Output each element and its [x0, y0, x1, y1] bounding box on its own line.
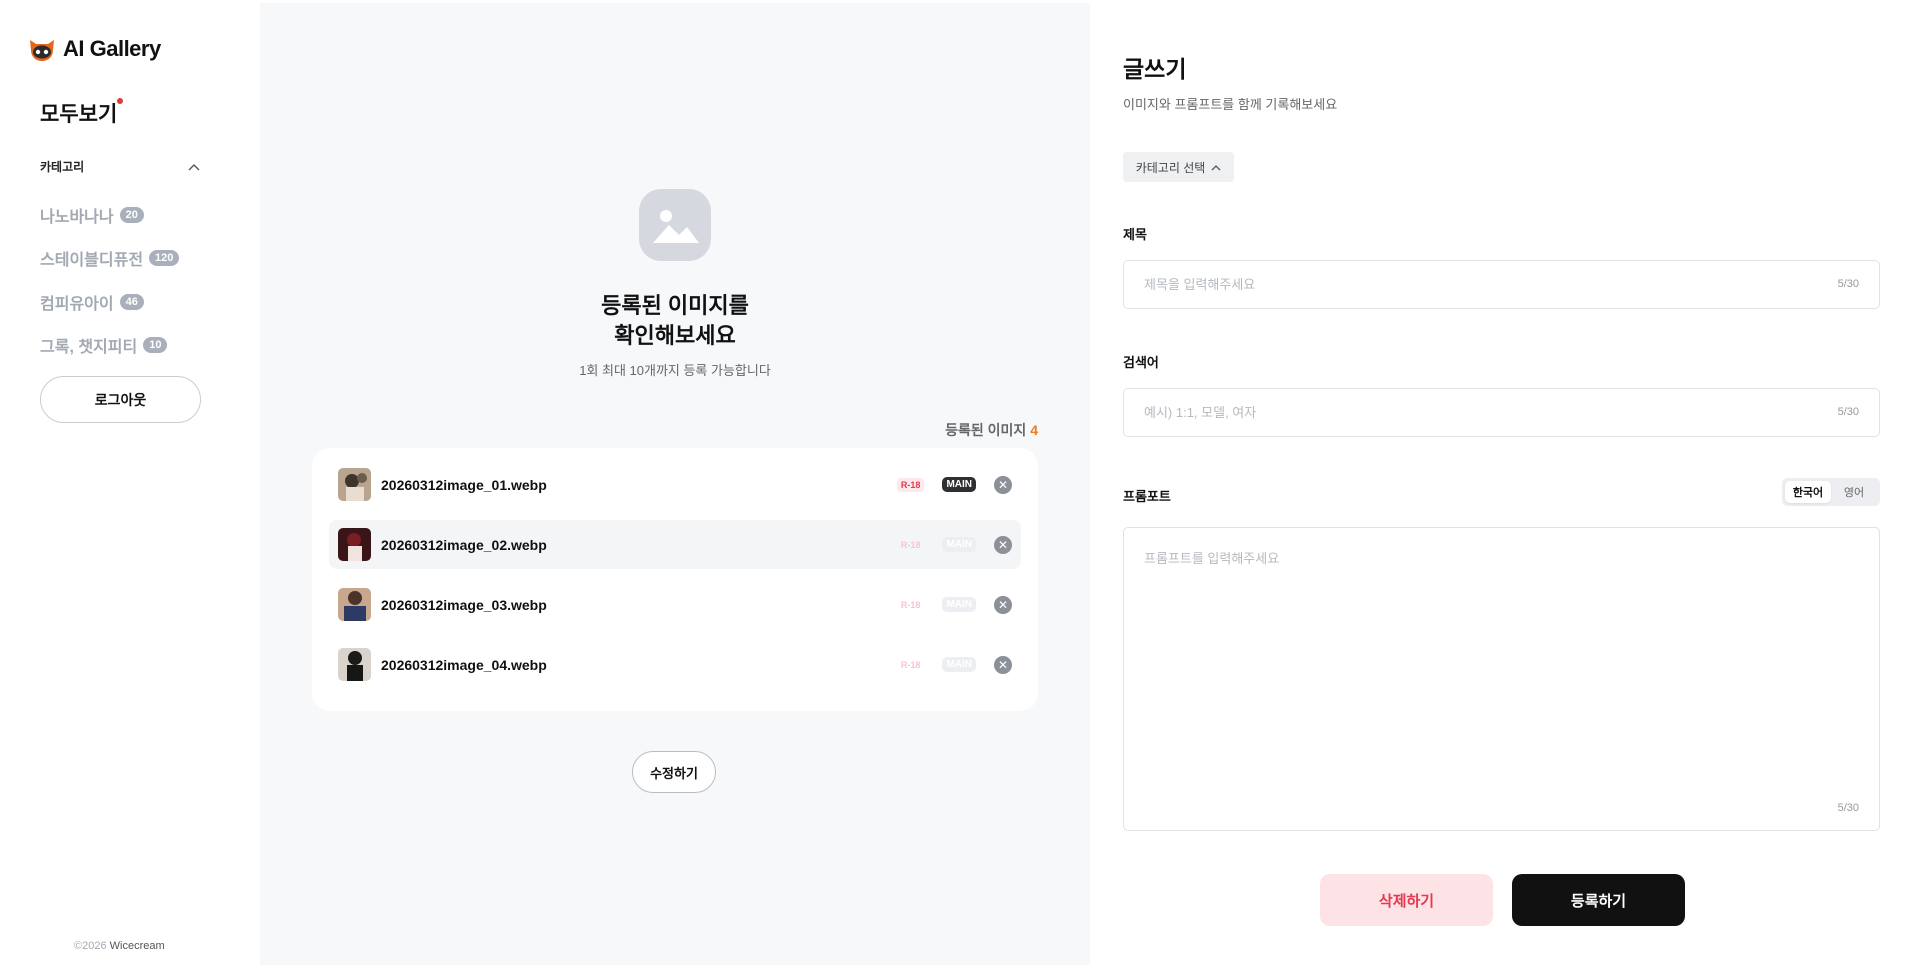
sidebar-item-label: 스테이블디퓨전	[40, 252, 144, 270]
file-name: 20260312image_01.webp	[381, 476, 547, 493]
category-toggle[interactable]: 카테고리	[40, 158, 200, 175]
title-counter: 5/30	[1837, 278, 1859, 290]
count-badge: 10	[143, 337, 168, 354]
sidebar-item-nanobanana[interactable]: 나노바나나 20	[40, 193, 179, 237]
delete-button[interactable]: 삭제하기	[1320, 874, 1493, 926]
copyright-year: ©2026	[74, 940, 107, 952]
count-badge: 46	[119, 293, 144, 310]
prompt-field-wrapper: 5/30	[1123, 527, 1880, 831]
prompt-label: 프롬포트	[1123, 489, 1171, 504]
upload-subtitle: 1회 최대 10개까지 등록 가능합니다	[579, 363, 771, 378]
close-icon[interactable]: ✕	[994, 535, 1012, 554]
sidebar-item-grok-chatgpt[interactable]: 그록, 챗지피티 10	[40, 324, 179, 368]
registered-count: 등록된 이미지 4	[945, 420, 1038, 440]
lang-option-english[interactable]: 영어	[1831, 481, 1877, 503]
registered-label: 등록된 이미지	[945, 422, 1027, 438]
registered-number: 4	[1030, 422, 1038, 438]
new-dot-indicator	[117, 98, 124, 104]
title-label: 제목	[1123, 227, 1147, 242]
main-toggle[interactable]: MAIN	[942, 477, 976, 492]
file-name: 20260312image_04.webp	[381, 656, 547, 673]
edit-button[interactable]: 수정하기	[632, 751, 716, 793]
category-select[interactable]: 카테고리 선택	[1123, 152, 1234, 182]
list-item[interactable]: 20260312image_04.webp R-18 MAIN ✕	[329, 640, 1021, 689]
main-toggle[interactable]: MAIN	[942, 657, 976, 672]
r18-toggle[interactable]: R-18	[896, 477, 925, 492]
thumbnail	[338, 468, 371, 501]
file-name: 20260312image_02.webp	[381, 536, 547, 553]
category-header-label: 카테고리	[40, 160, 85, 174]
sidebar: AI Gallery 모두보기 카테고리 나노바나나 20 스테이블디퓨전 12…	[0, 0, 260, 965]
category-list: 나노바나나 20 스테이블디퓨전 120 컴피유아이 46 그록, 챗지피티 1…	[40, 193, 180, 368]
close-icon[interactable]: ✕	[994, 655, 1012, 674]
copyright-brand: Wicecream	[109, 940, 165, 952]
count-badge: 120	[149, 250, 180, 267]
submit-button[interactable]: 등록하기	[1512, 874, 1685, 926]
keyword-label: 검색어	[1123, 355, 1159, 370]
language-toggle: 한국어 영어	[1782, 478, 1880, 506]
page-title: 글쓰기	[1123, 56, 1187, 82]
upload-title: 등록된 이미지를 확인해보세요	[260, 291, 1090, 351]
title-input[interactable]	[1144, 277, 1859, 292]
list-item[interactable]: 20260312image_03.webp R-18 MAIN ✕	[329, 580, 1021, 629]
write-form: 글쓰기 이미지와 프롬프트를 함께 기록해보세요 카테고리 선택 제목 5/30…	[1090, 0, 1905, 965]
thumbnail	[338, 588, 371, 621]
category-select-label: 카테고리 선택	[1135, 160, 1206, 175]
sidebar-item-label: 그록, 챗지피티	[40, 339, 138, 357]
all-view-label: 모두보기	[40, 103, 118, 126]
list-item[interactable]: 20260312image_02.webp R-18 MAIN ✕	[329, 520, 1021, 569]
r18-toggle[interactable]: R-18	[897, 538, 925, 552]
r18-toggle[interactable]: R-18	[897, 658, 925, 672]
image-placeholder-icon	[639, 189, 711, 261]
page-subtitle: 이미지와 프롬프트를 함께 기록해보세요	[1123, 97, 1338, 112]
file-list: 20260312image_01.webp R-18 MAIN ✕ 202603…	[312, 448, 1038, 711]
image-upload-panel: 등록된 이미지를 확인해보세요 1회 최대 10개까지 등록 가능합니다 등록된…	[260, 3, 1090, 965]
keyword-input[interactable]	[1144, 405, 1859, 420]
chevron-up-icon	[188, 160, 200, 174]
copyright: ©2026 Wicecream	[74, 940, 165, 952]
sidebar-item-comfyui[interactable]: 컴피유아이 46	[40, 280, 179, 324]
logo[interactable]: AI Gallery	[27, 36, 161, 62]
upload-title-line1: 등록된 이미지를	[601, 293, 749, 318]
all-view-link[interactable]: 모두보기	[40, 98, 124, 128]
list-item[interactable]: 20260312image_01.webp R-18 MAIN ✕	[329, 460, 1021, 509]
owl-logo-icon	[27, 36, 57, 62]
upload-title-line2: 확인해보세요	[614, 323, 736, 348]
thumbnail	[338, 528, 371, 561]
keyword-field-wrapper: 5/30	[1123, 388, 1880, 437]
close-icon[interactable]: ✕	[994, 475, 1012, 494]
chevron-up-icon	[1211, 160, 1221, 174]
keyword-counter: 5/30	[1837, 406, 1859, 418]
count-badge: 20	[119, 206, 144, 223]
lang-option-korean[interactable]: 한국어	[1785, 481, 1831, 503]
main-toggle[interactable]: MAIN	[942, 537, 976, 552]
sidebar-item-stable-diffusion[interactable]: 스테이블디퓨전 120	[40, 237, 180, 281]
sidebar-item-label: 나노바나나	[40, 208, 114, 226]
prompt-textarea[interactable]	[1144, 548, 1859, 788]
r18-toggle[interactable]: R-18	[897, 598, 925, 612]
logo-text: AI Gallery	[63, 36, 161, 61]
sidebar-item-label: 컴피유아이	[40, 295, 114, 313]
title-field-wrapper: 5/30	[1123, 260, 1880, 309]
close-icon[interactable]: ✕	[994, 595, 1012, 614]
main-toggle[interactable]: MAIN	[942, 597, 976, 612]
thumbnail	[338, 648, 371, 681]
logout-button[interactable]: 로그아웃	[40, 376, 201, 423]
prompt-counter: 5/30	[1837, 802, 1859, 814]
file-name: 20260312image_03.webp	[381, 596, 547, 613]
